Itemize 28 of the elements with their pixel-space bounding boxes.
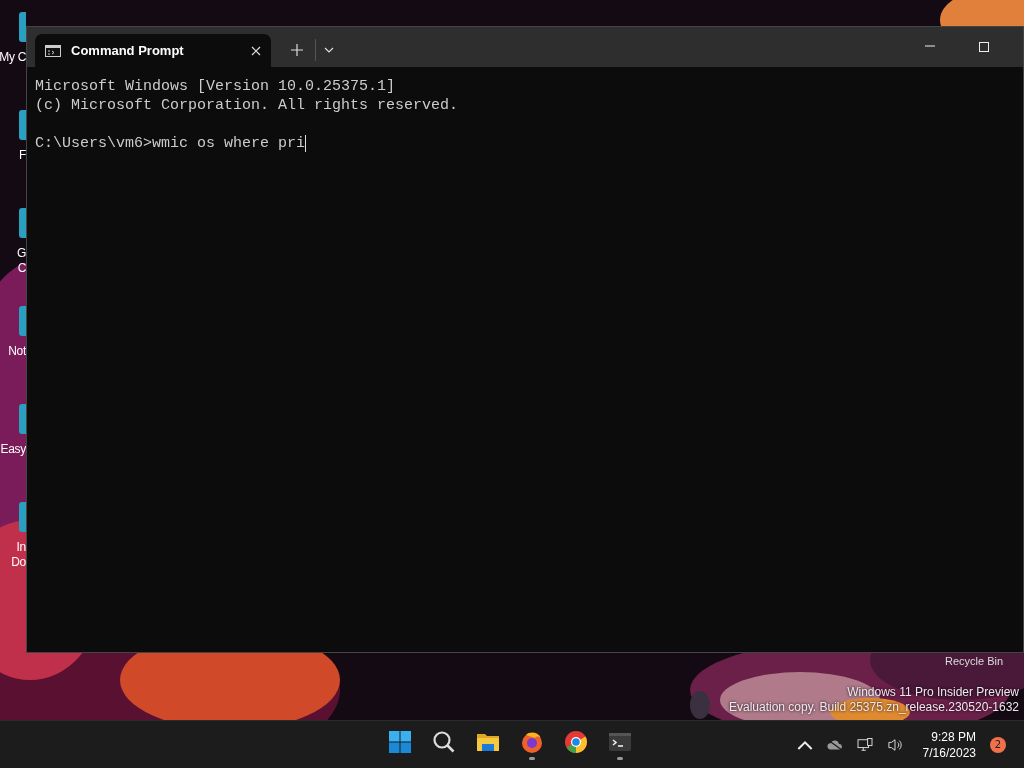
- command-prompt-line[interactable]: C:\Users\vm6>wmic os where pri: [35, 134, 306, 153]
- desktop-icon-label[interactable]: F: [18, 148, 26, 163]
- clock-date[interactable]: 7/16/2023: [922, 744, 976, 761]
- desktop-icon-label[interactable]: Not: [8, 344, 26, 359]
- console-output-line: Microsoft Windows [Version 10.0.25375.1]: [35, 77, 397, 96]
- notification-badge[interactable]: 2: [990, 736, 1006, 753]
- console-icon: [45, 44, 61, 57]
- chevron-down-icon[interactable]: [324, 47, 334, 53]
- desktop-icon-label[interactable]: Easy: [0, 442, 26, 457]
- browser-icon: [564, 729, 588, 754]
- network-icon[interactable]: [856, 737, 873, 752]
- desktop-icon-label[interactable]: Recycle Bin: [945, 655, 1004, 667]
- plus-icon[interactable]: [291, 44, 303, 56]
- clock-time[interactable]: 9:28 PM: [931, 728, 976, 745]
- close-icon[interactable]: [251, 45, 261, 56]
- desktop-icon-label[interactable]: My C: [0, 50, 26, 65]
- speaker-icon[interactable]: [886, 737, 903, 752]
- search-icon: [432, 729, 456, 754]
- tab-title: Command Prompt: [71, 43, 185, 58]
- desktop-icon-label[interactable]: G: [16, 246, 26, 261]
- windows-logo-icon: [388, 729, 412, 754]
- desktop-icon-label[interactable]: Do: [11, 555, 26, 570]
- cloud-icon[interactable]: [826, 737, 843, 752]
- desktop-icon-label[interactable]: C: [17, 261, 26, 276]
- maximize-icon[interactable]: [979, 42, 989, 52]
- terminal-tab[interactable]: Command Prompt: [35, 34, 271, 67]
- console-output-line: (c) Microsoft Corporation. All rights reserved.: [35, 96, 460, 115]
- desktop-icon-label[interactable]: In: [16, 540, 26, 555]
